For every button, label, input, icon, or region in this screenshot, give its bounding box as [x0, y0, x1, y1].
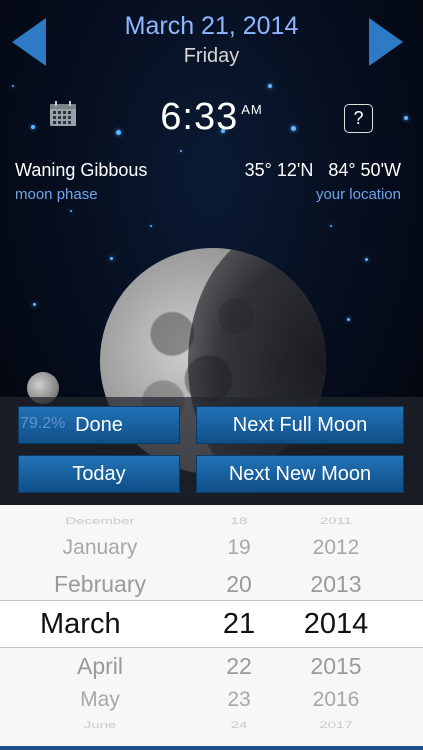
next-full-moon-button[interactable]: Next Full Moon: [196, 406, 404, 444]
picker-month-item[interactable]: May: [20, 688, 180, 712]
star: [180, 150, 182, 152]
picker-month-item[interactable]: April: [20, 653, 180, 680]
picker-month-item[interactable]: February: [20, 571, 180, 598]
weekday-label: Friday: [183, 45, 240, 67]
star: [330, 225, 332, 227]
picker-month-item[interactable]: December: [20, 516, 180, 526]
picker-day-selected[interactable]: 21: [204, 608, 274, 641]
picker-day-item[interactable]: 23: [204, 688, 274, 712]
picker-year-item[interactable]: 2017: [286, 720, 386, 730]
bottom-edge-bar: [0, 746, 423, 750]
picker-month-item[interactable]: January: [20, 536, 180, 560]
help-button[interactable]: ?: [344, 104, 373, 133]
location-caption: your location: [315, 186, 401, 203]
illumination-percent: 79.2%: [20, 415, 66, 432]
date-picker[interactable]: December January February March April Ma…: [0, 505, 423, 750]
picker-year-item[interactable]: 2015: [286, 653, 386, 680]
picker-year-item[interactable]: 2013: [286, 571, 386, 598]
moon-phase-name: Waning Gibbous: [15, 160, 148, 180]
picker-year-item[interactable]: 2012: [286, 536, 386, 560]
picker-day-item[interactable]: 22: [204, 653, 274, 680]
star: [110, 257, 113, 260]
picker-month-selected[interactable]: March: [20, 608, 180, 641]
time-ampm: AM: [241, 102, 263, 117]
star: [12, 85, 14, 87]
picker-year-item[interactable]: 2016: [286, 688, 386, 712]
star: [347, 318, 350, 321]
picker-year-selected[interactable]: 2014: [286, 608, 386, 641]
star: [33, 303, 36, 306]
picker-day-item[interactable]: 24: [204, 720, 274, 730]
date-title: March 21, 2014: [124, 12, 299, 40]
picker-day-item[interactable]: 18: [204, 516, 274, 526]
time-value: 6:33: [160, 96, 239, 138]
location-coordinates: 35° 12'N 84° 50'W: [244, 160, 401, 180]
star: [70, 210, 72, 212]
star: [268, 84, 272, 88]
picker-day-item[interactable]: 20: [204, 571, 274, 598]
next-new-moon-button[interactable]: Next New Moon: [196, 455, 404, 493]
star: [150, 225, 152, 227]
picker-month-item[interactable]: June: [20, 720, 180, 730]
moon-phase-caption: moon phase: [15, 186, 98, 203]
star: [365, 258, 368, 261]
today-button[interactable]: Today: [18, 455, 180, 493]
picker-year-item[interactable]: 2011: [286, 516, 386, 526]
picker-day-item[interactable]: 19: [204, 536, 274, 560]
